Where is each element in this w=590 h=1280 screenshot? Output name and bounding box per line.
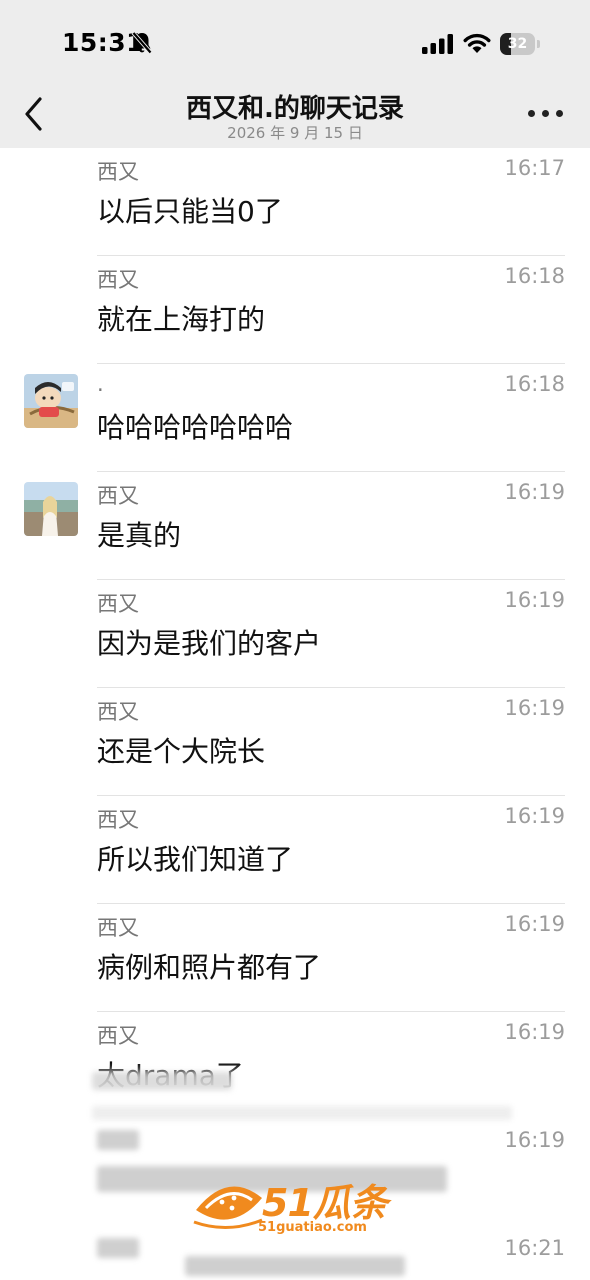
message-time: 16:19 <box>504 480 565 504</box>
watermark-logo: 51瓜条 51guatiao.com <box>192 1172 402 1242</box>
message-sender: 西又 <box>97 1024 139 1048</box>
battery-percent: 32 <box>507 36 528 52</box>
watermelon-logo-icon <box>193 1186 263 1230</box>
message-item[interactable]: 西又 16:19 因为是我们的客户 <box>0 580 590 688</box>
message-sender: 西又 <box>97 484 139 508</box>
message-text: 哈哈哈哈哈哈哈 <box>97 411 294 444</box>
message-time: 16:19 <box>504 588 565 612</box>
message-text: 病例和照片都有了 <box>97 951 322 984</box>
status-bar: 15:31 32 <box>0 0 590 88</box>
message-sender: 西又 <box>97 160 139 184</box>
message-item[interactable]: 西又 16:19 是真的 <box>0 472 590 580</box>
message-text: 因为是我们的客户 <box>97 627 322 660</box>
blurred-strip <box>92 1072 232 1090</box>
message-item[interactable]: 西又 16:17 以后只能当0了 <box>0 148 590 256</box>
cartoon-avatar[interactable] <box>24 374 78 428</box>
message-text: 所以我们知道了 <box>97 843 294 876</box>
message-time: 16:19 <box>504 912 565 936</box>
message-item[interactable]: . 16:18 哈哈哈哈哈哈哈 <box>0 364 590 472</box>
message-time: 16:21 <box>504 1236 565 1260</box>
blurred-text <box>185 1256 405 1276</box>
navigation-bar: 西又和.的聊天记录 2026 年 9 月 15 日 <box>0 88 590 148</box>
message-time: 16:19 <box>504 804 565 828</box>
message-item[interactable]: 西又 16:19 病例和照片都有了 <box>0 904 590 1012</box>
message-item[interactable]: 西又 16:19 所以我们知道了 <box>0 796 590 904</box>
chat-record-list[interactable]: 西又 16:17 以后只能当0了 西又 16:18 就在上海打的 . 16:18 <box>0 148 590 1280</box>
blurred-sender <box>97 1130 139 1150</box>
message-text: 以后只能当0了 <box>97 195 283 228</box>
message-time: 16:18 <box>504 372 565 396</box>
message-time: 16:17 <box>504 156 565 180</box>
message-time: 16:19 <box>504 1128 565 1152</box>
watermark-name: 51瓜条 <box>262 1181 388 1225</box>
wifi-icon <box>463 33 491 53</box>
message-time: 16:19 <box>504 1020 565 1044</box>
page-title: 西又和.的聊天记录 <box>186 94 404 124</box>
message-sender: 西又 <box>97 700 139 724</box>
more-options-icon[interactable] <box>528 110 564 120</box>
message-sender: 西又 <box>97 808 139 832</box>
battery-icon: 32 <box>500 33 542 55</box>
page-subtitle-date: 2026 年 9 月 15 日 <box>227 124 363 142</box>
blurred-sender <box>97 1238 139 1258</box>
message-sender: 西又 <box>97 592 139 616</box>
blurred-divider <box>92 1106 512 1120</box>
message-item[interactable]: 西又 16:19 还是个大院长 <box>0 688 590 796</box>
photo-avatar[interactable] <box>24 482 78 536</box>
message-sender: . <box>97 372 104 396</box>
fade-overlay <box>0 1063 590 1093</box>
message-sender: 西又 <box>97 916 139 940</box>
watermark-url: 51guatiao.com <box>258 1220 367 1235</box>
message-time: 16:19 <box>504 696 565 720</box>
message-sender: 西又 <box>97 268 139 292</box>
message-text: 是真的 <box>97 519 182 552</box>
message-text: 就在上海打的 <box>97 303 266 336</box>
message-text: 还是个大院长 <box>97 735 266 768</box>
cellular-signal-icon <box>422 34 453 54</box>
message-item[interactable]: 西又 16:18 就在上海打的 <box>0 256 590 364</box>
bell-muted-icon <box>131 31 153 55</box>
message-time: 16:18 <box>504 264 565 288</box>
